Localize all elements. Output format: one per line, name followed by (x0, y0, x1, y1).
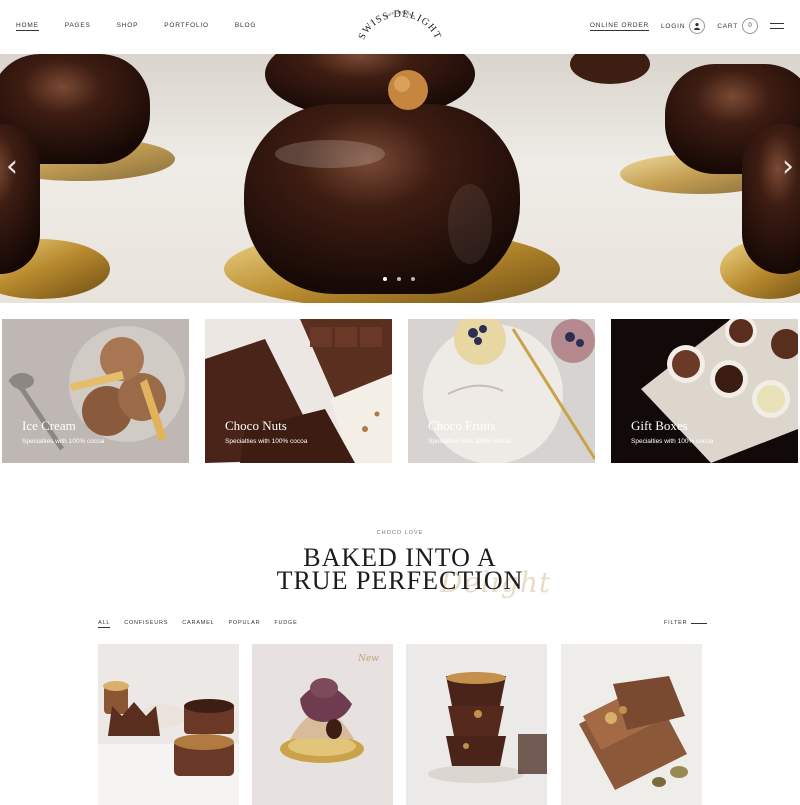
menu-icon[interactable] (770, 23, 784, 29)
logo-arc: pure chocolate SWISS DELIGHT (357, 9, 444, 42)
product-image (98, 644, 239, 805)
category-tile-choco-fruits[interactable]: Choco Fruits Specialties with 100% cocoa (408, 319, 595, 463)
arrow-right-icon (691, 622, 708, 624)
slider-dots (383, 277, 415, 281)
category-title: Ice Cream (22, 418, 76, 433)
category-subtitle: Specialties with 100% cocoa (225, 438, 308, 445)
category-tile-gift-boxes[interactable]: Gift Boxes Specialties with 100% cocoa (611, 319, 798, 463)
site-header: HOME PAGES SHOP PORTFOLIO BLOG pure choc… (0, 0, 800, 54)
filter-tab-all[interactable]: ALL (98, 620, 111, 628)
product-image (252, 644, 393, 805)
cart-link[interactable]: CART (717, 23, 738, 30)
product-image (561, 644, 702, 805)
online-order-link[interactable]: ONLINE ORDER (589, 22, 649, 31)
main-nav: HOME PAGES SHOP PORTFOLIO BLOG (16, 22, 282, 31)
category-tile-choco-nuts[interactable]: Choco Nuts Specialties with 100% cocoa (205, 319, 392, 463)
header-actions: ONLINE ORDER LOGIN CART 0 (589, 18, 784, 34)
filter-tab-caramel[interactable]: CARAMEL (182, 620, 214, 628)
logo-name: SWISS DELIGHT (357, 9, 444, 42)
product-card[interactable] (406, 644, 547, 805)
section-title-line2: TRUE PERFECTION (276, 566, 524, 595)
slider-dot[interactable] (397, 277, 401, 281)
category-subtitle: Specialties with 100% cocoa (22, 438, 105, 445)
category-title: Gift Boxes (631, 418, 688, 433)
category-subtitle: Specialties with 100% cocoa (428, 438, 511, 445)
slider-dot[interactable] (383, 277, 387, 281)
hero-slider: ‹ › (0, 54, 800, 303)
product-filter-tabs: ALL CONFISEURS CARAMEL POPULAR FUDGE (98, 620, 312, 628)
section-eyebrow: CHOCO LOVE (376, 530, 424, 536)
product-card[interactable] (98, 644, 239, 805)
cart-count-badge[interactable]: 0 (742, 18, 758, 34)
prev-slide-arrow[interactable]: ‹ (6, 152, 18, 182)
product-badge: New (358, 654, 379, 664)
nav-pages[interactable]: PAGES (65, 22, 91, 31)
nav-blog[interactable]: BLOG (235, 22, 256, 31)
category-subtitle: Specialties with 100% cocoa (631, 438, 714, 445)
filter-tab-fudge[interactable]: FUDGE (274, 620, 297, 628)
nav-portfolio[interactable]: PORTFOLIO (164, 22, 209, 31)
category-title: Choco Nuts (225, 418, 287, 433)
product-image (406, 644, 547, 805)
next-slide-arrow[interactable]: › (782, 152, 794, 182)
filter-tab-popular[interactable]: POPULAR (228, 620, 260, 628)
nav-home[interactable]: HOME (16, 22, 39, 31)
product-card[interactable]: New (252, 644, 393, 805)
hero-image (0, 54, 800, 303)
logo[interactable]: pure chocolate SWISS DELIGHT (350, 8, 450, 46)
category-tile-ice-cream[interactable]: Ice Cream Specialties with 100% cocoa (2, 319, 189, 463)
user-icon[interactable] (689, 18, 706, 34)
slider-dot[interactable] (411, 277, 415, 281)
product-card[interactable] (561, 644, 702, 805)
filter-tab-confiseurs[interactable]: CONFISEURS (124, 620, 168, 628)
nav-shop[interactable]: SHOP (117, 22, 139, 31)
login-link[interactable]: LOGIN (661, 23, 685, 30)
filter-label: FILTER (664, 620, 688, 626)
category-title: Choco Fruits (428, 418, 496, 433)
filter-button[interactable]: FILTER (664, 620, 708, 626)
